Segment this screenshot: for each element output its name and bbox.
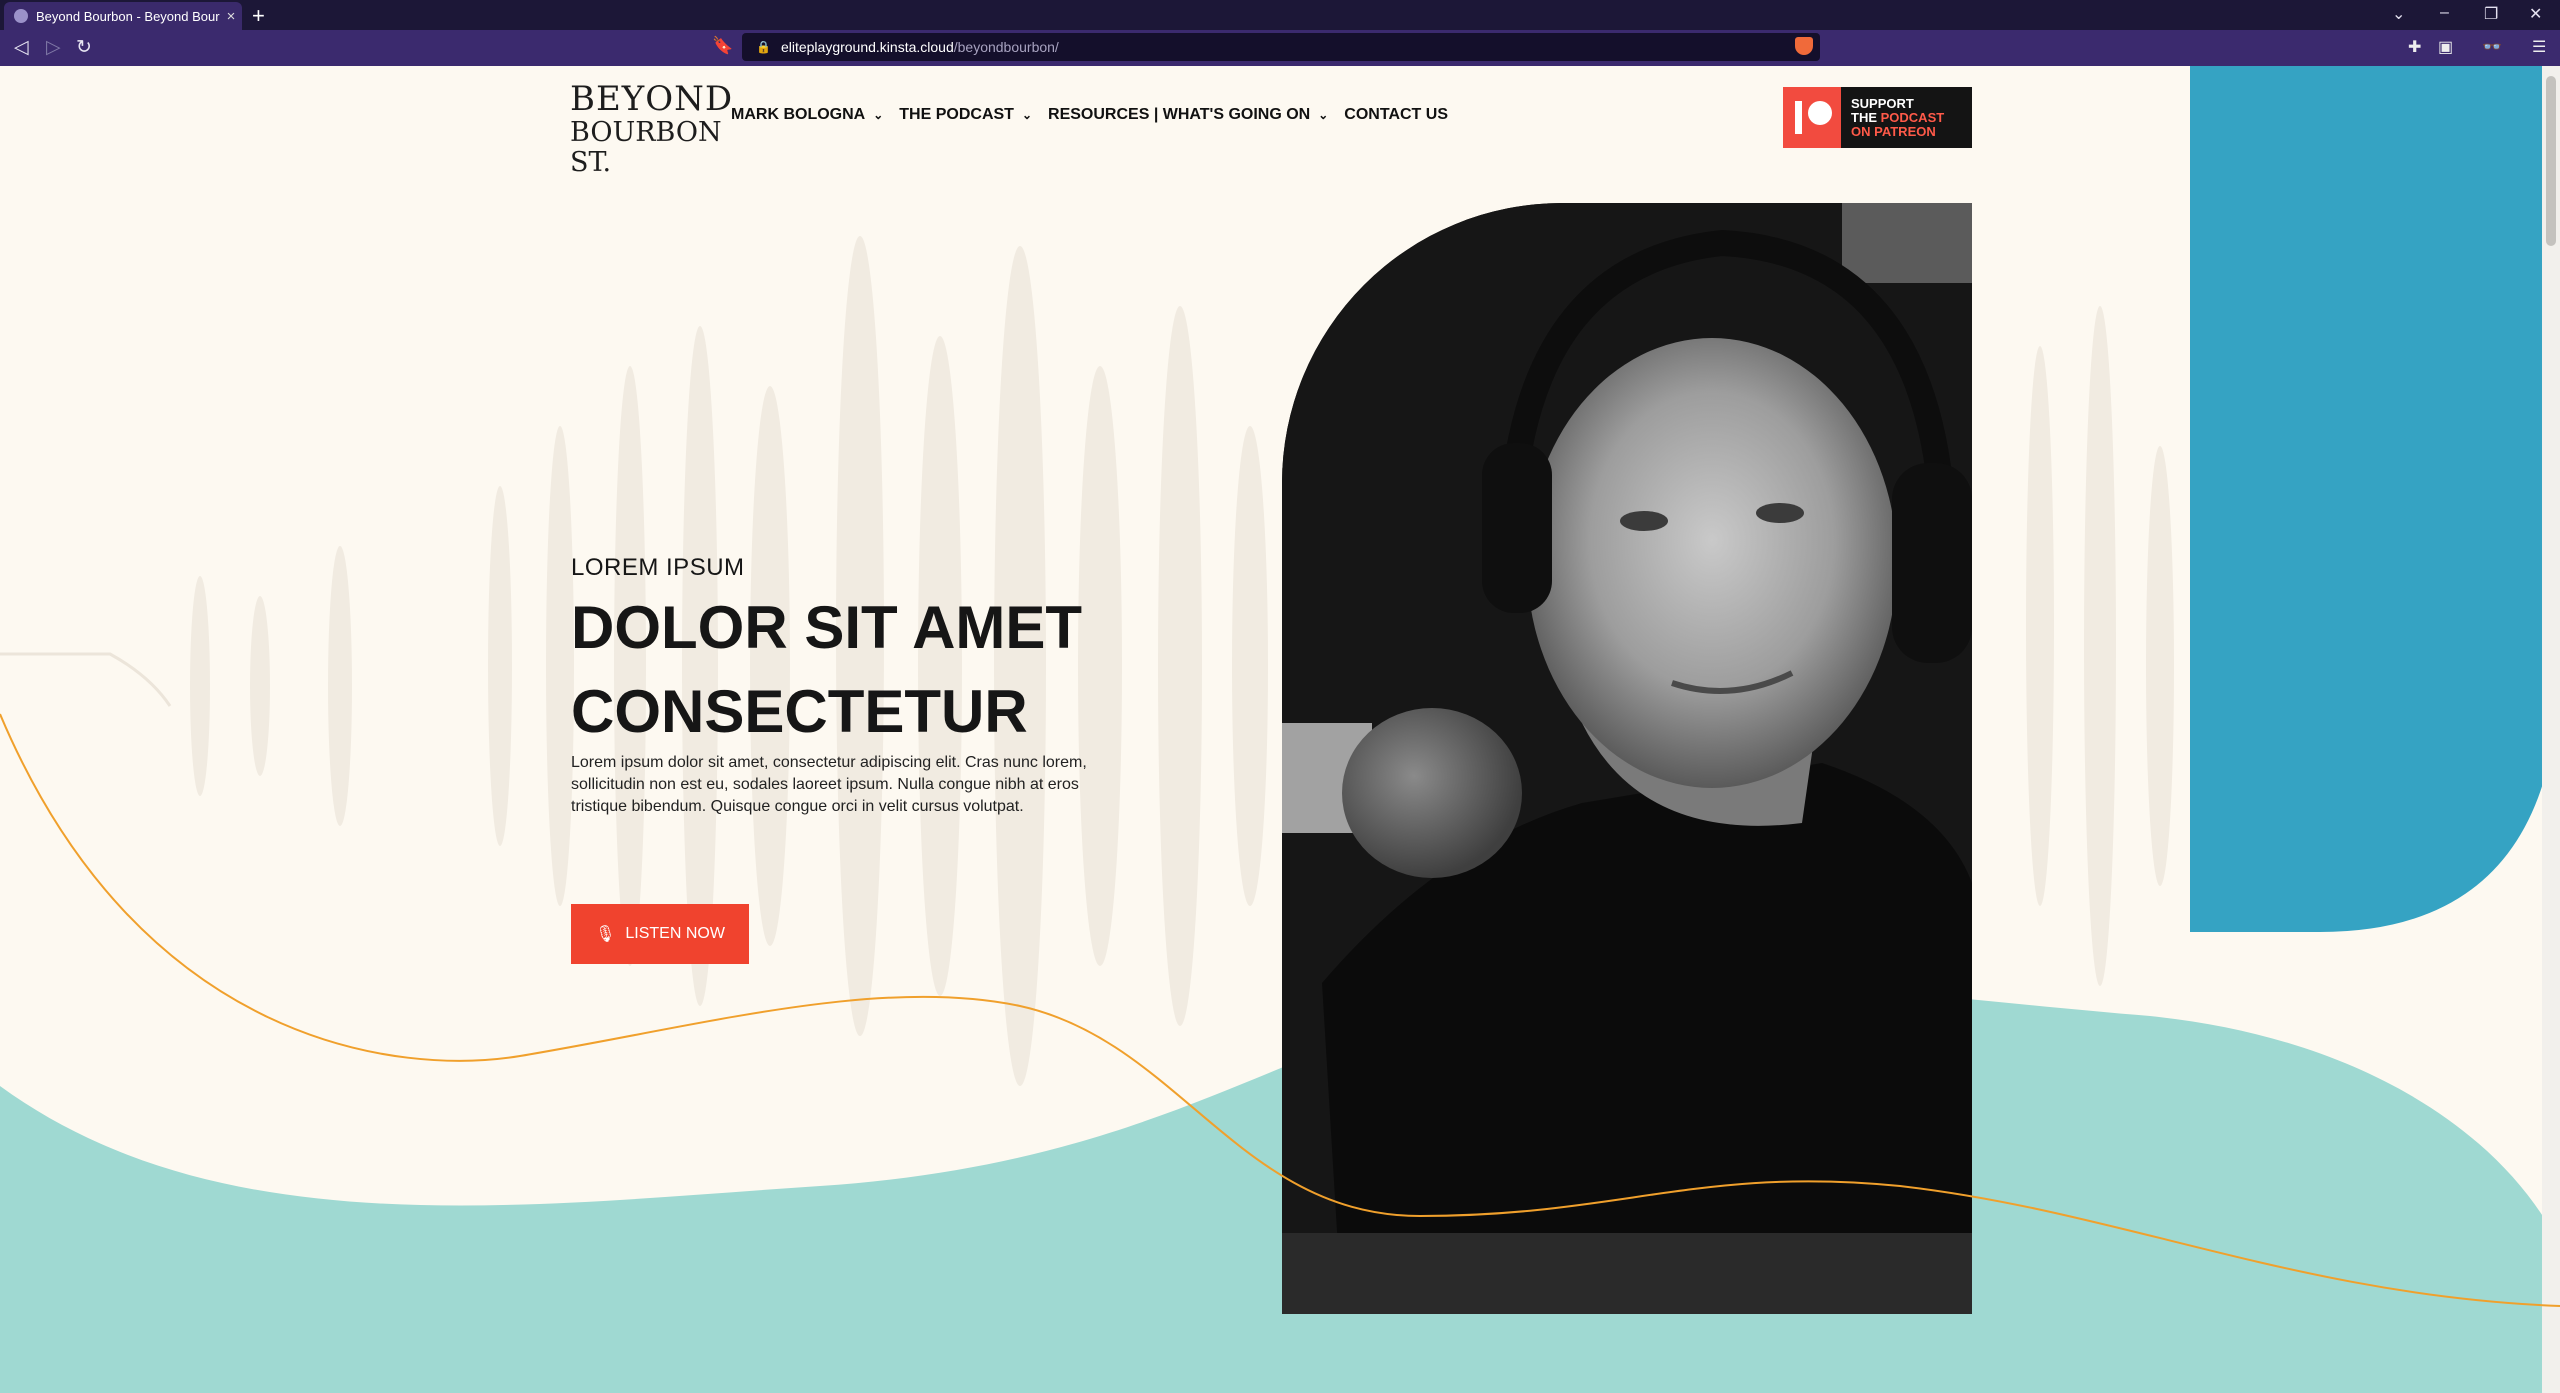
logo-line-2: BOURBON ST. [570,117,722,178]
reload-button[interactable]: ↻ [76,36,92,59]
nav-label: CONTACT US [1344,106,1448,123]
back-button[interactable]: ◁ [14,36,29,59]
browser-toolbar: ◁ ▷ ↻ 🔖 🔒 eliteplayground.kinsta.cloud /… [0,30,2560,66]
nav-item-mark-bologna[interactable]: MARK BOLOGNA ⌄ [731,106,883,124]
nav-item-contact-us[interactable]: CONTACT US [1344,106,1448,124]
hero-body: Lorem ipsum dolor sit amet, consectetur … [571,754,1087,815]
restore-button[interactable]: ❐ [2484,4,2498,24]
forward-button[interactable]: ▷ [46,36,61,59]
chevron-down-icon: ⌄ [1318,108,1329,122]
minimize-button[interactable]: – [2440,4,2449,22]
hero-headline-line-1: DOLOR SIT AMET [571,594,1083,661]
nav-label: MARK BOLOGNA [731,106,866,123]
url-host: eliteplayground.kinsta.cloud [780,39,954,55]
scrollbar-thumb[interactable] [2546,76,2556,246]
patreon-text: SUPPORT THE PODCAST ON PATREON [1841,95,1945,139]
nav-item-the-podcast[interactable]: THE PODCAST ⌄ [899,106,1032,124]
patreon-line-1: SUPPORT [1851,95,1914,111]
globe-icon [14,9,28,23]
background-decoration [0,66,2560,1393]
close-icon[interactable]: × [220,8,242,25]
chevron-down-icon: ⌄ [1021,108,1033,122]
patreon-icon [1783,87,1841,148]
url-path: /beyondbourbon/ [953,39,1059,55]
browser-tab-strip: Beyond Bourbon - Beyond Bourb × + ⌄ – ❐ … [0,0,2560,30]
hero-headline-line-2: CONSECTETUR [571,678,1028,745]
tab-title: Beyond Bourbon - Beyond Bourb [36,8,220,24]
blue-corner-shape [2190,66,2560,932]
window-close-button[interactable]: ✕ [2529,4,2542,24]
patreon-line-3: ON PATREON [1851,123,1936,139]
patreon-line-2a: THE [1851,109,1881,125]
new-tab-button[interactable]: + [252,3,265,29]
teal-wave-shape [0,982,2560,1393]
page-scrollbar[interactable] [2542,66,2560,1393]
browser-tab[interactable]: Beyond Bourbon - Beyond Bourb × [4,2,242,30]
main-navigation: MARK BOLOGNA ⌄ THE PODCAST ⌄ RESOURCES |… [731,106,1448,124]
bookmark-icon[interactable]: 🔖 [712,36,733,56]
host-portrait-photo [1282,203,1972,1314]
webpage: BEYOND BOURBON ST. MARK BOLOGNA ⌄ THE PO… [0,66,2560,1393]
nav-label: RESOURCES | WHAT'S GOING ON [1048,106,1311,123]
nav-item-resources[interactable]: RESOURCES | WHAT'S GOING ON ⌄ [1048,106,1328,124]
lock-icon: 🔒 [756,40,771,54]
chevron-down-icon: ⌄ [873,108,884,122]
extensions-icon[interactable]: ✚ [2408,37,2421,57]
patreon-line-2: THE PODCAST [1851,109,1945,125]
hero-headline: DOLOR SIT AMET CONSECTETUR [571,586,1171,754]
site-logo[interactable]: BEYOND BOURBON ST. [570,79,734,178]
hero-eyebrow: LOREM IPSUM [571,554,745,581]
sidebar-icon[interactable]: ▣ [2438,37,2453,57]
portrait-illustration [1282,203,1972,1314]
brave-shield-icon[interactable] [1795,37,1813,55]
profile-icon[interactable]: 👓 [2482,37,2502,57]
logo-line-1: BEYOND [570,79,734,119]
tab-search-icon[interactable]: ⌄ [2392,4,2405,24]
nav-label: THE PODCAST [899,106,1014,123]
microphone-icon: 🎙 [595,926,616,943]
listen-now-label: LISTEN NOW [625,925,725,942]
menu-icon[interactable]: ☰ [2532,37,2546,57]
patreon-line-2b: PODCAST [1880,109,1945,125]
patreon-support-button[interactable]: SUPPORT THE PODCAST ON PATREON [1783,87,1972,148]
address-bar[interactable]: 🔒 eliteplayground.kinsta.cloud /beyondbo… [742,33,1820,61]
listen-now-button[interactable]: 🎙 LISTEN NOW [571,904,749,964]
